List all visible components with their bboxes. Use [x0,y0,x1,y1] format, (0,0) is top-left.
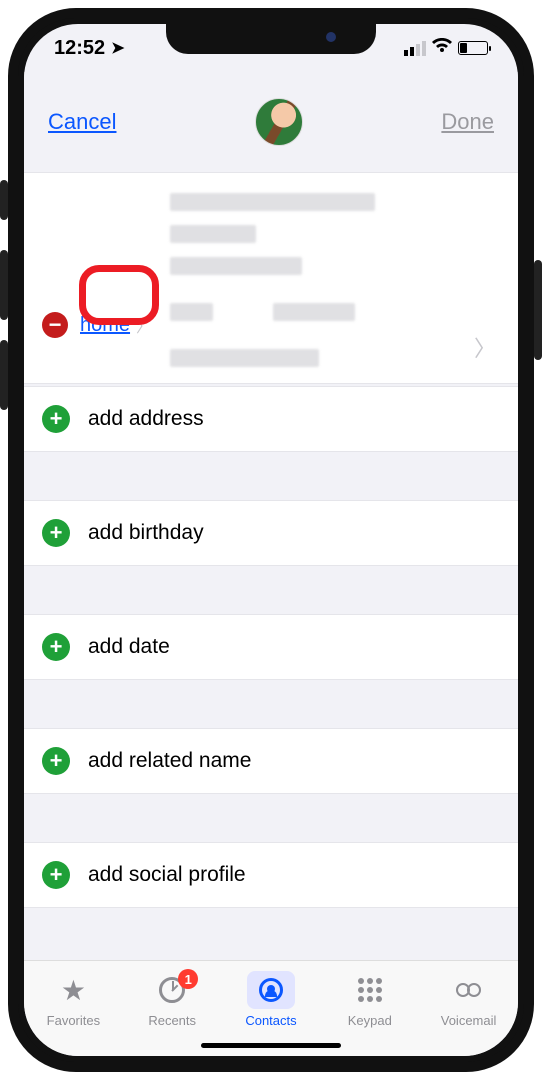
add-address-label: add address [88,407,204,431]
add-related-name-row[interactable]: + add related name [24,728,518,794]
plus-icon: + [42,405,70,433]
tab-recents[interactable]: 1 Recents [132,971,212,1028]
phone-screen: 12:52 ➤ Cancel Done [24,24,518,1056]
phone-power-button [534,260,542,360]
phone-frame: 12:52 ➤ Cancel Done [8,8,534,1072]
edit-contact-header: Cancel Done [24,72,518,172]
contact-icon [259,978,283,1002]
add-birthday-row[interactable]: + add birthday [24,500,518,566]
edit-contact-form: − home 〉 [24,172,518,960]
address-country-field[interactable] [170,349,318,367]
delete-address-button[interactable]: − [42,312,68,338]
add-social-profile-row[interactable]: + add social profile [24,842,518,908]
address-zip-field[interactable] [273,303,355,321]
chevron-right-icon: 〉 [136,313,152,337]
phone-notch [166,18,376,54]
address-street-field[interactable] [170,193,375,211]
done-button[interactable]: Done [441,109,494,135]
wifi-icon [432,38,452,59]
tab-keypad-label: Keypad [348,1013,392,1028]
home-indicator[interactable] [201,1043,341,1048]
tab-recents-label: Recents [148,1013,196,1028]
add-social-profile-label: add social profile [88,863,246,887]
battery-icon [458,41,488,55]
tab-voicemail-label: Voicemail [441,1013,497,1028]
plus-icon: + [42,633,70,661]
address-street2-field[interactable] [170,225,256,243]
plus-icon: + [42,747,70,775]
plus-icon: + [42,519,70,547]
address-label-picker[interactable]: home [80,314,130,337]
tab-contacts[interactable]: Contacts [231,971,311,1028]
phone-side-button [0,180,8,220]
location-services-icon: ➤ [111,38,124,58]
phone-volume-up-button [0,250,8,320]
add-date-row[interactable]: + add date [24,614,518,680]
add-date-label: add date [88,635,170,659]
address-section: − home 〉 [24,172,518,384]
star-icon: ★ [61,974,86,1007]
tab-contacts-label: Contacts [245,1013,296,1028]
tab-voicemail[interactable]: Voicemail [429,971,509,1028]
tab-keypad[interactable]: Keypad [330,971,410,1028]
address-state-field[interactable] [170,303,213,321]
voicemail-icon [456,983,481,997]
add-address-row[interactable]: + add address [24,386,518,452]
status-time: 12:52 [54,37,105,60]
add-related-name-label: add related name [88,749,251,773]
chevron-right-icon: 〉 [474,331,496,363]
cellular-signal-icon [404,41,426,56]
tab-favorites[interactable]: ★ Favorites [33,971,113,1028]
contact-avatar[interactable] [255,98,303,146]
cancel-button[interactable]: Cancel [48,109,116,135]
tab-bar: ★ Favorites 1 Recents Contacts Keypad Vo… [24,960,518,1056]
keypad-icon [358,978,382,1002]
plus-icon: + [42,861,70,889]
address-city-field[interactable] [170,257,302,275]
phone-volume-down-button [0,340,8,410]
tab-favorites-label: Favorites [47,1013,100,1028]
add-birthday-label: add birthday [88,521,204,545]
